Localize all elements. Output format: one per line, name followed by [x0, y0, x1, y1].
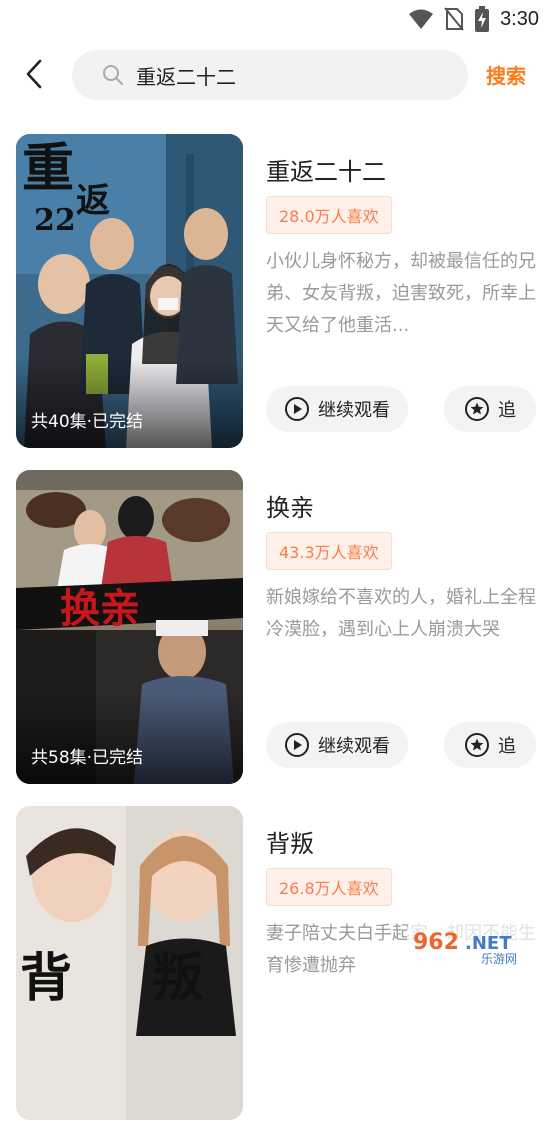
list-item[interactable]: 重 返 22 共40集·已完结 重返二十二 28.0万人喜欢 小伙儿身怀秘方，却…: [0, 134, 551, 470]
search-icon: [102, 64, 124, 86]
status-icons: 3:30: [408, 6, 539, 32]
continue-watching-button[interactable]: 继续观看: [266, 386, 408, 432]
play-circle-icon: [284, 396, 310, 422]
play-circle-icon: [284, 732, 310, 758]
likes-badge: 43.3万人喜欢: [266, 532, 392, 570]
status-time: 3:30: [500, 7, 539, 30]
follow-label: 追: [498, 736, 516, 757]
follow-button[interactable]: 追: [444, 722, 536, 768]
battery-charging-icon: [474, 6, 490, 32]
svg-text:.NET: .NET: [465, 933, 512, 954]
poster-thumbnail[interactable]: 换亲 共58集·已完结: [16, 470, 243, 784]
item-description: 新娘嫁给不喜欢的人，婚礼上全程冷漠脸，遇到心上人崩溃大哭: [266, 587, 536, 640]
item-description: 小伙儿身怀秘方，却被最信任的兄弟、女友背叛，迫害致死，所幸上天又给了他重活...: [266, 251, 536, 336]
svg-text:乐游网: 乐游网: [481, 952, 517, 966]
watermark-logo: 962 .NET 乐游网: [405, 917, 543, 971]
svg-text:962: 962: [413, 930, 459, 955]
follow-label: 追: [498, 400, 516, 421]
star-circle-icon: [464, 396, 490, 422]
no-sim-icon: [444, 7, 464, 31]
poster-title-text: 重: [22, 138, 74, 199]
results-list: 重 返 22 共40集·已完结 重返二十二 28.0万人喜欢 小伙儿身怀秘方，却…: [0, 134, 551, 1142]
item-title[interactable]: 换亲: [266, 488, 314, 523]
likes-badge: 26.8万人喜欢: [266, 868, 392, 906]
follow-button[interactable]: 追: [444, 386, 536, 432]
search-box[interactable]: [72, 50, 468, 100]
likes-badge: 28.0万人喜欢: [266, 196, 392, 234]
svg-text:返: 返: [76, 181, 110, 221]
poster-thumbnail[interactable]: 重 返 22 共40集·已完结: [16, 134, 243, 448]
poster-shade: [16, 694, 243, 784]
continue-watching-label: 继续观看: [318, 400, 390, 421]
episode-count: 共58集·已完结: [31, 748, 144, 768]
search-button[interactable]: 搜索: [486, 60, 526, 89]
wifi-icon: [408, 8, 434, 30]
status-bar: 3:30: [0, 0, 551, 40]
continue-watching-button[interactable]: 继续观看: [266, 722, 408, 768]
poster-shade: [16, 358, 243, 448]
svg-text:换亲: 换亲: [60, 585, 140, 632]
chevron-left-icon: [25, 59, 43, 93]
svg-text:22: 22: [34, 203, 76, 238]
item-title[interactable]: 重返二十二: [266, 152, 386, 187]
list-item[interactable]: 换亲 共58集·已完结 换亲 43.3万人喜欢 新娘嫁给不喜欢的人，婚礼上全程冷…: [0, 470, 551, 806]
search-input[interactable]: [134, 62, 438, 88]
star-circle-icon: [464, 732, 490, 758]
item-title[interactable]: 背叛: [266, 824, 314, 859]
back-button[interactable]: [16, 56, 52, 96]
poster-image: 背 叛: [16, 806, 243, 1120]
list-item[interactable]: 背 叛 背叛 26.8万人喜欢 妻子陪丈夫白手起家，却因不能生育惨遭抛弃: [0, 806, 551, 1142]
episode-count: 共40集·已完结: [31, 412, 144, 432]
poster-thumbnail[interactable]: 背 叛: [16, 806, 243, 1120]
continue-watching-label: 继续观看: [318, 736, 390, 757]
